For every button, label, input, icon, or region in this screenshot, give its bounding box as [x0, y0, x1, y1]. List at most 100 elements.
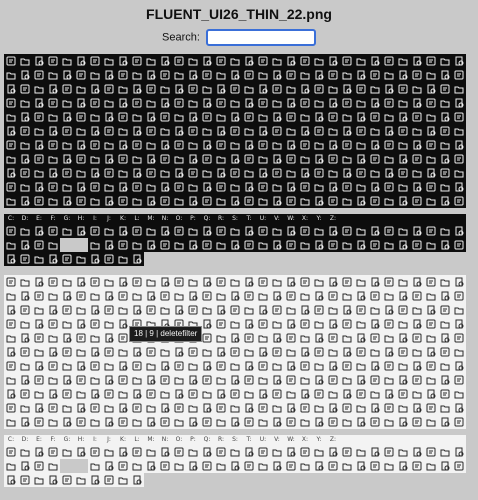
- glyph-icon: [231, 461, 240, 471]
- empty-cell: [312, 473, 326, 487]
- sprite-icon: [452, 373, 466, 387]
- sprite-icon: [144, 289, 158, 303]
- sprite-icon: [312, 345, 326, 359]
- empty-cell: [396, 473, 410, 487]
- glyph-icon: [6, 242, 16, 250]
- sprite-icon: [410, 238, 424, 252]
- glyph-icon: [441, 240, 450, 250]
- glyph-icon: [118, 375, 128, 385]
- glyph-icon: [356, 142, 366, 150]
- glyph-icon: [132, 242, 142, 250]
- glyph-icon: [399, 154, 408, 164]
- sprite-icon: [18, 289, 32, 303]
- sprite-icon: [326, 445, 340, 459]
- sprite-icon: [396, 110, 410, 124]
- sprite-icon: [284, 289, 298, 303]
- sprite-icon: [4, 152, 18, 166]
- drive-letter-label: F:: [46, 214, 60, 224]
- glyph-icon: [301, 389, 310, 399]
- empty-cell: [354, 473, 368, 487]
- sprite-icon: [4, 68, 18, 82]
- sprite-icon: [284, 238, 298, 252]
- glyph-icon: [398, 100, 408, 108]
- glyph-icon: [21, 112, 30, 122]
- glyph-icon: [133, 126, 142, 136]
- glyph-icon: [189, 154, 198, 164]
- sprite-icon: [144, 68, 158, 82]
- sprite-icon: [200, 289, 214, 303]
- sprite-icon: [424, 445, 438, 459]
- glyph-icon: [412, 240, 422, 250]
- sprite-icon: [172, 68, 186, 82]
- glyph-icon: [160, 307, 170, 315]
- glyph-icon: [286, 375, 296, 385]
- glyph-icon: [63, 375, 72, 385]
- drive-letter-label: U:: [256, 214, 270, 224]
- sprite-icon: [438, 345, 452, 359]
- glyph-icon: [259, 126, 268, 136]
- sprite-icon: [144, 373, 158, 387]
- glyph-icon: [426, 463, 436, 471]
- sprite-icon: [200, 373, 214, 387]
- sprite-icon: [270, 359, 284, 373]
- sprite-icon: [200, 82, 214, 96]
- glyph-icon: [48, 377, 58, 385]
- sprite-icon: [256, 289, 270, 303]
- empty-cell: [410, 252, 424, 266]
- glyph-icon: [146, 405, 156, 413]
- glyph-icon: [188, 347, 198, 357]
- sprite-icon: [4, 415, 18, 429]
- sprite-icon: [382, 166, 396, 180]
- sprite-icon: [242, 124, 256, 138]
- drive-letter-label: H:: [74, 435, 88, 445]
- glyph-icon: [20, 254, 30, 264]
- sprite-icon: [340, 152, 354, 166]
- glyph-icon: [216, 419, 226, 427]
- sprite-icon: [284, 359, 298, 373]
- sprite-icon: [102, 194, 116, 208]
- sprite-icon: [424, 275, 438, 289]
- glyph-icon: [76, 417, 86, 427]
- glyph-icon: [370, 170, 380, 178]
- glyph-icon: [160, 196, 170, 206]
- sprite-icon: [396, 54, 410, 68]
- glyph-icon: [20, 168, 30, 178]
- glyph-icon: [315, 291, 324, 301]
- glyph-icon: [440, 279, 450, 287]
- glyph-icon: [258, 242, 268, 250]
- glyph-icon: [441, 196, 450, 206]
- sprite-icon: [116, 401, 130, 415]
- glyph-icon: [20, 347, 30, 357]
- drive-letter-label: J:: [102, 214, 116, 224]
- glyph-icon: [104, 475, 114, 485]
- sprite-icon: [32, 275, 46, 289]
- sprite-icon: [102, 289, 116, 303]
- search-input[interactable]: [205, 29, 316, 46]
- sprite-icon: [396, 224, 410, 238]
- sprite-icon: [130, 96, 144, 110]
- glyph-icon: [300, 114, 310, 122]
- glyph-icon: [329, 98, 338, 108]
- glyph-icon: [105, 240, 114, 250]
- glyph-icon: [35, 361, 44, 371]
- glyph-icon: [258, 140, 268, 150]
- sprite-icon: [438, 303, 452, 317]
- glyph-icon: [273, 240, 282, 250]
- sprite-icon: [424, 459, 438, 473]
- glyph-icon: [244, 349, 254, 357]
- glyph-icon: [118, 240, 128, 250]
- sprite-icon: [270, 180, 284, 194]
- glyph-icon: [34, 86, 44, 94]
- sprite-icon: [312, 166, 326, 180]
- sprite-icon: [18, 138, 32, 152]
- sprite-icon: [396, 289, 410, 303]
- sprite-icon: [46, 445, 60, 459]
- empty-cell: [228, 252, 242, 266]
- sprite-icon: [256, 401, 270, 415]
- sprite-icon: [74, 96, 88, 110]
- sprite-icon: [452, 317, 466, 331]
- glyph-icon: [20, 84, 30, 94]
- sprite-icon: [354, 82, 368, 96]
- sprite-icon: [410, 152, 424, 166]
- sprite-icon: [60, 331, 74, 345]
